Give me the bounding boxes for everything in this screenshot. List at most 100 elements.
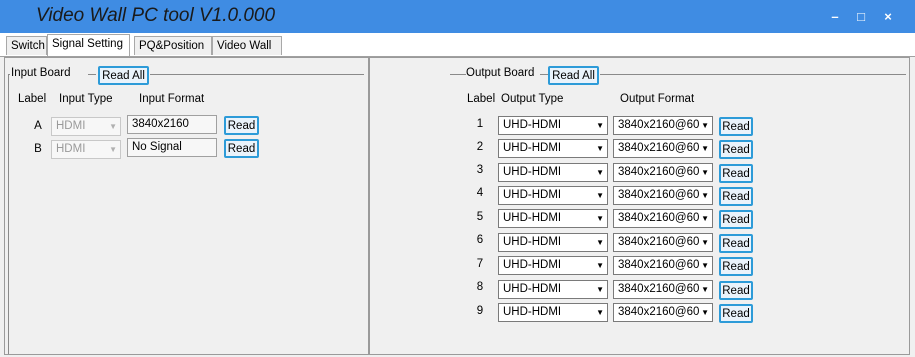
chevron-down-icon: ▼ xyxy=(596,308,604,317)
output-group-border-mid xyxy=(540,74,548,75)
output-format-select[interactable]: 3840x2160@60 ▼ xyxy=(613,116,713,135)
output-read-button[interactable]: Read xyxy=(719,257,753,276)
chevron-down-icon: ▼ xyxy=(701,238,709,247)
output-format-value: 3840x2160@60 xyxy=(618,306,700,318)
input-type-select[interactable]: HDMI ▼ xyxy=(51,140,121,159)
output-read-button[interactable]: Read xyxy=(719,140,753,159)
output-format-value: 3840x2160@60 xyxy=(618,236,700,248)
input-read-button[interactable]: Read xyxy=(224,116,259,135)
output-format-value: 3840x2160@60 xyxy=(618,259,700,271)
chevron-down-icon: ▼ xyxy=(701,168,709,177)
tab-signal-setting[interactable]: Signal Setting xyxy=(47,34,130,56)
output-format-select[interactable]: 3840x2160@60 ▼ xyxy=(613,209,713,228)
input-read-button[interactable]: Read xyxy=(224,139,259,158)
output-type-value: UHD-HDMI xyxy=(503,306,562,318)
output-row-label: 2 xyxy=(476,141,484,153)
output-read-button[interactable]: Read xyxy=(719,210,753,229)
output-header-label: Label xyxy=(467,93,496,105)
minimize-icon[interactable]: – xyxy=(826,8,844,26)
output-board-label: Output Board xyxy=(466,67,535,79)
output-read-button[interactable]: Read xyxy=(719,281,753,300)
output-row-label: 4 xyxy=(476,187,484,199)
input-board-label: Input Board xyxy=(11,67,71,79)
input-group-border-mid xyxy=(88,74,96,75)
output-group-border-right xyxy=(600,74,906,75)
input-row-label: B xyxy=(34,143,42,155)
output-type-select[interactable]: UHD-HDMI ▼ xyxy=(498,209,608,228)
output-format-select[interactable]: 3840x2160@60 ▼ xyxy=(613,280,713,299)
chevron-down-icon: ▼ xyxy=(596,238,604,247)
chevron-down-icon: ▼ xyxy=(596,144,604,153)
output-row-label: 6 xyxy=(476,234,484,246)
close-icon[interactable]: × xyxy=(879,8,897,26)
output-format-value: 3840x2160@60 xyxy=(618,142,700,154)
output-type-select[interactable]: UHD-HDMI ▼ xyxy=(498,163,608,182)
maximize-icon[interactable]: □ xyxy=(852,8,870,26)
output-format-select[interactable]: 3840x2160@60 ▼ xyxy=(613,139,713,158)
signal-setting-page: Input Board Read All Label Input Type In… xyxy=(0,57,915,357)
tab-video-wall[interactable]: Video Wall xyxy=(212,36,282,55)
output-header-type: Output Type xyxy=(501,93,564,105)
input-type-value: HDMI xyxy=(56,143,86,155)
output-type-value: UHD-HDMI xyxy=(503,212,562,224)
output-format-value: 3840x2160@60 xyxy=(618,283,700,295)
output-read-button[interactable]: Read xyxy=(719,304,753,323)
chevron-down-icon: ▼ xyxy=(109,122,117,131)
title-bar: Video Wall PC tool V1.0.000 – □ × xyxy=(0,0,915,33)
output-type-select[interactable]: UHD-HDMI ▼ xyxy=(498,303,608,322)
chevron-down-icon: ▼ xyxy=(701,261,709,270)
output-row-label: 1 xyxy=(476,118,484,130)
chevron-down-icon: ▼ xyxy=(701,214,709,223)
tab-switch[interactable]: Switch xyxy=(6,36,47,55)
output-type-value: UHD-HDMI xyxy=(503,236,562,248)
output-format-value: 3840x2160@60 xyxy=(618,212,700,224)
output-row-label: 3 xyxy=(476,164,484,176)
input-read-all-button[interactable]: Read All xyxy=(98,66,149,85)
output-type-select[interactable]: UHD-HDMI ▼ xyxy=(498,256,608,275)
input-type-value: HDMI xyxy=(56,120,86,132)
output-row-label: 8 xyxy=(476,281,484,293)
window-title: Video Wall PC tool V1.0.000 xyxy=(36,5,276,26)
output-type-select[interactable]: UHD-HDMI ▼ xyxy=(498,186,608,205)
output-header-format: Output Format xyxy=(620,93,695,105)
chevron-down-icon: ▼ xyxy=(596,285,604,294)
output-format-value: 3840x2160@60 xyxy=(618,189,700,201)
output-type-value: UHD-HDMI xyxy=(503,166,562,178)
output-format-select[interactable]: 3840x2160@60 ▼ xyxy=(613,186,713,205)
output-format-select[interactable]: 3840x2160@60 ▼ xyxy=(613,163,713,182)
chevron-down-icon: ▼ xyxy=(701,144,709,153)
input-row-label: A xyxy=(34,120,42,132)
input-group-border-right xyxy=(150,74,364,75)
input-format-field: 3840x2160 xyxy=(127,115,217,134)
output-read-button[interactable]: Read xyxy=(719,117,753,136)
chevron-down-icon: ▼ xyxy=(596,261,604,270)
output-type-select[interactable]: UHD-HDMI ▼ xyxy=(498,116,608,135)
input-type-select[interactable]: HDMI ▼ xyxy=(51,117,121,136)
output-format-select[interactable]: 3840x2160@60 ▼ xyxy=(613,303,713,322)
output-format-value: 3840x2160@60 xyxy=(618,166,700,178)
output-read-button[interactable]: Read xyxy=(719,164,753,183)
output-format-select[interactable]: 3840x2160@60 ▼ xyxy=(613,256,713,275)
output-row-label: 9 xyxy=(476,305,484,317)
output-read-all-button[interactable]: Read All xyxy=(548,66,599,85)
output-read-button[interactable]: Read xyxy=(719,234,753,253)
output-read-button[interactable]: Read xyxy=(719,187,753,206)
output-type-select[interactable]: UHD-HDMI ▼ xyxy=(498,233,608,252)
chevron-down-icon: ▼ xyxy=(109,145,117,154)
input-header-label: Label xyxy=(18,93,47,105)
output-type-value: UHD-HDMI xyxy=(503,283,562,295)
chevron-down-icon: ▼ xyxy=(596,191,604,200)
output-format-value: 3840x2160@60 xyxy=(618,119,700,131)
tab-strip: Switch Signal Setting PQ&Position Video … xyxy=(0,33,915,57)
output-type-value: UHD-HDMI xyxy=(503,259,562,271)
chevron-down-icon: ▼ xyxy=(701,308,709,317)
tab-pq-position[interactable]: PQ&Position xyxy=(134,36,212,55)
output-type-select[interactable]: UHD-HDMI ▼ xyxy=(498,280,608,299)
output-group-border-left xyxy=(450,74,466,75)
chevron-down-icon: ▼ xyxy=(596,121,604,130)
output-format-select[interactable]: 3840x2160@60 ▼ xyxy=(613,233,713,252)
chevron-down-icon: ▼ xyxy=(701,121,709,130)
chevron-down-icon: ▼ xyxy=(701,191,709,200)
output-type-select[interactable]: UHD-HDMI ▼ xyxy=(498,139,608,158)
output-type-value: UHD-HDMI xyxy=(503,119,562,131)
